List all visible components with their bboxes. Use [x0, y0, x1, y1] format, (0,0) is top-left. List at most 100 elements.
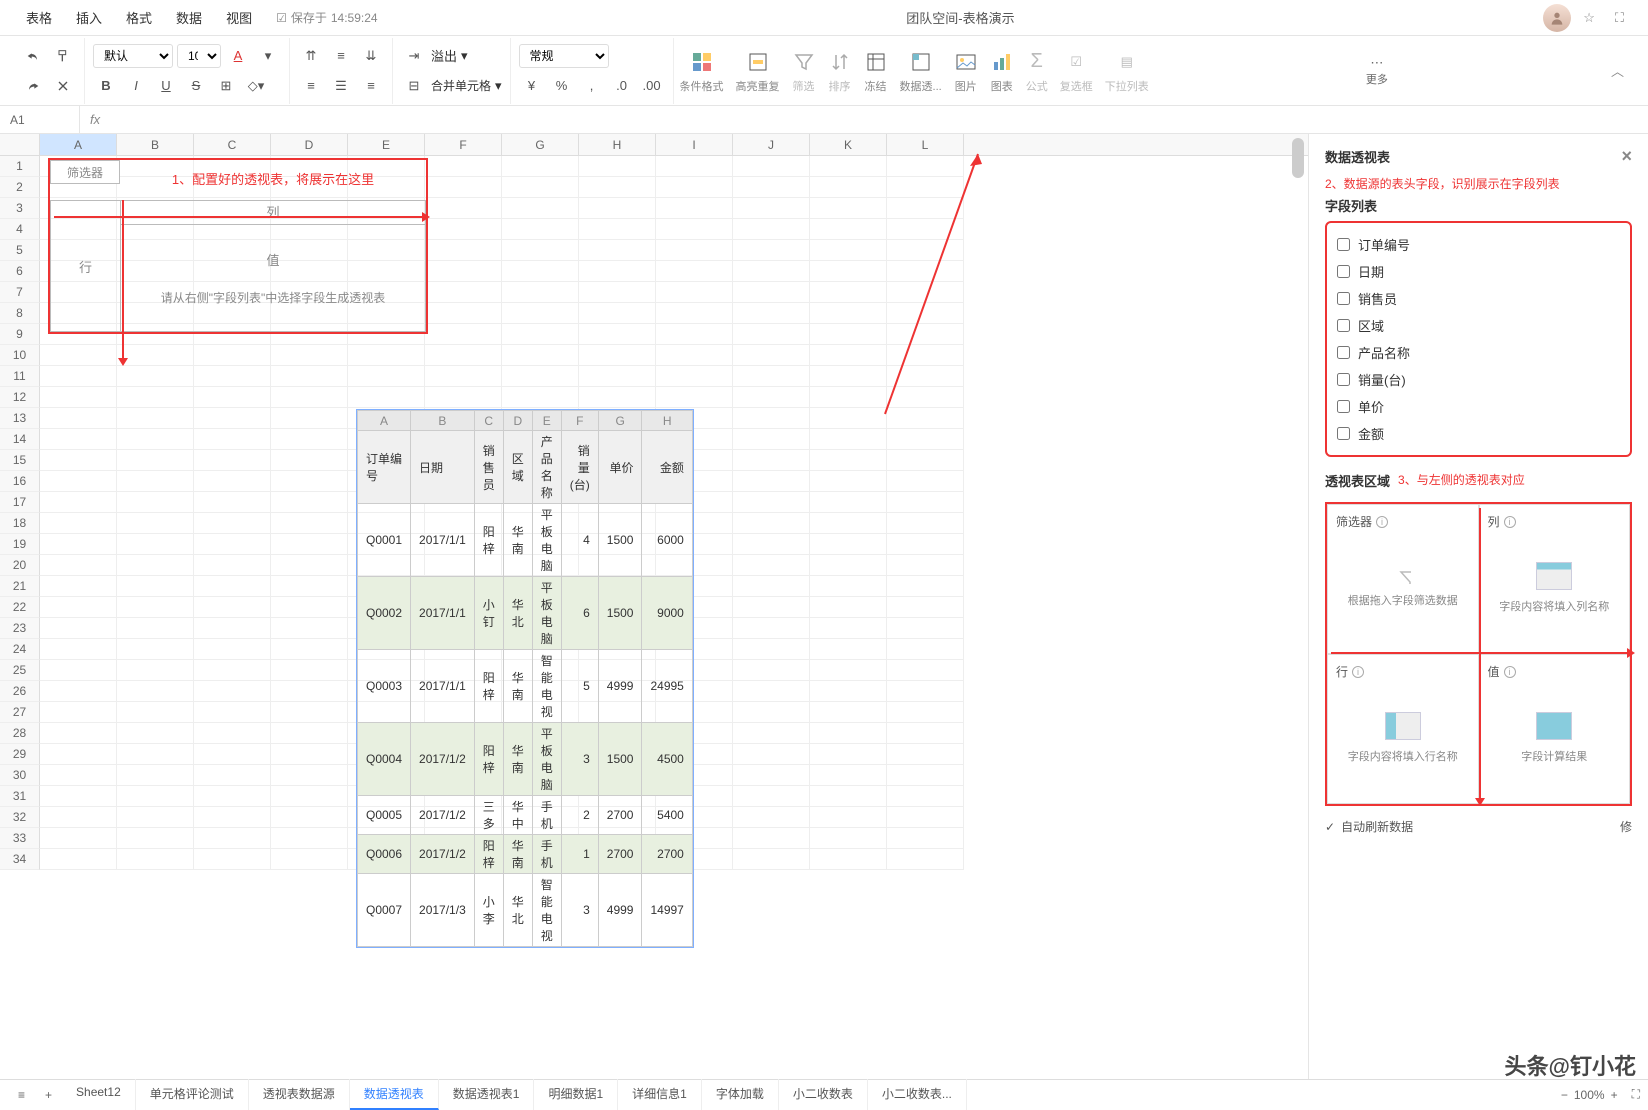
align-right-button[interactable]: ≡	[358, 73, 384, 99]
cell[interactable]	[117, 849, 194, 870]
col-header[interactable]: A	[40, 134, 117, 155]
cell[interactable]	[117, 807, 194, 828]
cell[interactable]	[810, 156, 887, 177]
cell[interactable]	[117, 744, 194, 765]
table-cell[interactable]: Q0004	[358, 723, 411, 796]
table-cell[interactable]: Q0007	[358, 874, 411, 947]
cell[interactable]	[117, 387, 194, 408]
table-cell[interactable]: 平板电脑	[532, 504, 561, 577]
table-cell[interactable]: 1500	[598, 504, 642, 577]
cell[interactable]	[117, 723, 194, 744]
redo-button[interactable]	[20, 73, 46, 99]
cell[interactable]	[117, 681, 194, 702]
row-header[interactable]: 19	[0, 534, 40, 555]
cell[interactable]	[733, 408, 810, 429]
cell[interactable]	[425, 324, 502, 345]
cell[interactable]	[887, 303, 964, 324]
table-cell[interactable]: 1500	[598, 723, 642, 796]
table-cell[interactable]: 2017/1/2	[411, 796, 475, 835]
cell[interactable]	[656, 219, 733, 240]
cell[interactable]	[579, 219, 656, 240]
cell[interactable]	[656, 177, 733, 198]
table-cell[interactable]: 手机	[532, 835, 561, 874]
cell[interactable]	[733, 597, 810, 618]
table-cell[interactable]: 三多	[474, 796, 503, 835]
field-checkbox[interactable]	[1337, 238, 1350, 251]
table-cell[interactable]: 平板电脑	[532, 723, 561, 796]
cell[interactable]	[810, 387, 887, 408]
cell[interactable]	[271, 639, 348, 660]
tab-list-button[interactable]: ≡	[8, 1082, 35, 1108]
row-header[interactable]: 23	[0, 618, 40, 639]
bold-button[interactable]: B	[93, 73, 119, 99]
cell[interactable]	[887, 597, 964, 618]
cell[interactable]	[425, 261, 502, 282]
sheet-tab[interactable]: 小二收数表	[779, 1079, 868, 1110]
cell[interactable]	[887, 786, 964, 807]
row-header[interactable]: 17	[0, 492, 40, 513]
cell[interactable]	[40, 345, 117, 366]
cell[interactable]	[40, 597, 117, 618]
table-cell[interactable]: 华南	[503, 650, 532, 723]
cell[interactable]	[271, 765, 348, 786]
row-header[interactable]: 18	[0, 513, 40, 534]
font-family-select[interactable]: 默认	[93, 44, 173, 68]
table-cell[interactable]: 14997	[642, 874, 692, 947]
col-header[interactable]: G	[502, 134, 579, 155]
cell[interactable]	[271, 681, 348, 702]
cell[interactable]	[810, 261, 887, 282]
cell[interactable]	[887, 618, 964, 639]
cell[interactable]	[579, 366, 656, 387]
cell[interactable]	[425, 303, 502, 324]
cell[interactable]	[887, 534, 964, 555]
cell[interactable]	[733, 282, 810, 303]
row-header[interactable]: 4	[0, 219, 40, 240]
cell[interactable]	[810, 828, 887, 849]
pivot-area-cols[interactable]: 列i 字段内容将填入列名称	[1479, 504, 1631, 654]
cell[interactable]	[733, 303, 810, 324]
cell[interactable]	[887, 324, 964, 345]
cell[interactable]	[502, 387, 579, 408]
cell[interactable]	[887, 765, 964, 786]
cell[interactable]	[502, 366, 579, 387]
cell[interactable]	[117, 618, 194, 639]
cell[interactable]	[117, 660, 194, 681]
cell[interactable]	[40, 513, 117, 534]
cell[interactable]	[271, 513, 348, 534]
cell[interactable]	[733, 765, 810, 786]
cell[interactable]	[425, 198, 502, 219]
table-row[interactable]: Q00052017/1/2三多华中手机227005400	[358, 796, 693, 835]
cell[interactable]	[810, 681, 887, 702]
pivot-area-values[interactable]: 值i 字段计算结果	[1479, 654, 1631, 804]
cell[interactable]	[40, 702, 117, 723]
cell[interactable]	[194, 597, 271, 618]
table-cell[interactable]: 2700	[642, 835, 692, 874]
currency-button[interactable]: ¥	[519, 73, 545, 99]
cell[interactable]	[117, 366, 194, 387]
add-sheet-button[interactable]: +	[35, 1082, 62, 1108]
cell[interactable]	[40, 387, 117, 408]
cell[interactable]	[271, 387, 348, 408]
row-header[interactable]: 24	[0, 639, 40, 660]
star-icon[interactable]: ☆	[1575, 6, 1603, 30]
cell[interactable]	[194, 765, 271, 786]
table-cell[interactable]: 2017/1/2	[411, 723, 475, 796]
field-item[interactable]: 销量(台)	[1335, 366, 1622, 393]
field-checkbox[interactable]	[1337, 319, 1350, 332]
cell[interactable]	[194, 450, 271, 471]
cell[interactable]	[810, 702, 887, 723]
cell[interactable]	[40, 576, 117, 597]
row-header[interactable]: 2	[0, 177, 40, 198]
field-item[interactable]: 单价	[1335, 393, 1622, 420]
cell[interactable]	[502, 219, 579, 240]
cell[interactable]	[887, 450, 964, 471]
cell[interactable]	[271, 408, 348, 429]
cell[interactable]	[656, 345, 733, 366]
cell[interactable]	[810, 450, 887, 471]
field-item[interactable]: 销售员	[1335, 285, 1622, 312]
row-header[interactable]: 13	[0, 408, 40, 429]
clear-format-button[interactable]	[50, 73, 76, 99]
cell[interactable]	[733, 828, 810, 849]
cell[interactable]	[887, 849, 964, 870]
cell[interactable]	[40, 849, 117, 870]
